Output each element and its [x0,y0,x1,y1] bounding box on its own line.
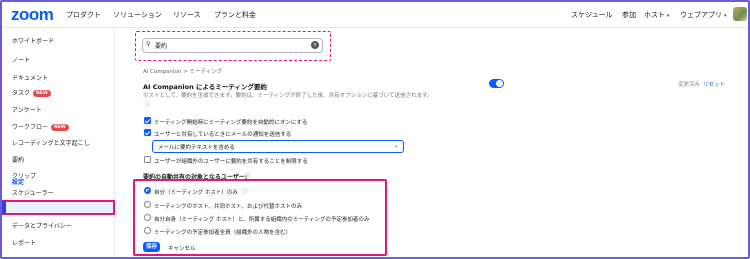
sidebar-item-settings[interactable]: 設定 [12,177,24,186]
sidebar: ホワイトボード ノート ドキュメント タスク NEW アンケート ワークフロー NE… [2,28,115,257]
nav-products[interactable]: プロダクト [66,10,101,20]
setting-description-text: ホストとして、要約を生成できます。要約は、ミーティングが終了した後、共有オプショ… [143,93,433,99]
share-option-radio-all[interactable] [144,227,151,234]
nav-host[interactable]: ホスト ▾ [644,10,670,20]
nav-host-label: ホスト [644,11,665,19]
sidebar-item-scheduler[interactable]: スケジューラー [12,188,54,197]
sidebar-item-whiteboard[interactable]: ホワイトボード [12,36,54,45]
share-option-radio-internal[interactable] [144,214,151,221]
share-option-radio-host-only[interactable] [144,187,151,194]
sidebar-active-highlight [2,200,115,215]
new-badge: NEW [33,90,51,97]
zoom-logo[interactable]: zoom [11,5,54,25]
chevron-down-icon: ▾ [724,13,727,19]
restrict-external-checkbox[interactable] [144,156,151,163]
nav-web-app-label: ウェブアプリ [680,11,722,19]
sidebar-item-reports[interactable]: レポート [12,238,36,247]
summary-toggle[interactable] [489,79,504,88]
chevron-down-icon: ⌄ [394,142,400,149]
sidebar-item-summaries[interactable]: 要約 [12,155,24,164]
email-notify-checkbox[interactable] [144,129,151,136]
share-option-label: 自分自身（ミーティング ホスト）と、所属する組織内のミーティングの予定参加者のみ [154,217,370,223]
new-badge: NEW [51,124,69,131]
reset-link[interactable]: リセット [703,80,725,88]
nav-schedule[interactable]: スケジュール [571,10,613,20]
save-button[interactable]: 保存 [143,242,160,252]
email-notify-label: ユーザーと共有しているときにメールの通知を送信する [154,132,292,138]
nav-resources[interactable]: リソース [173,10,201,20]
nav-web-app[interactable]: ウェブアプリ ▾ [680,10,727,20]
share-option-radio-hosts[interactable] [144,201,151,208]
nav-join[interactable]: 参加 [622,10,636,20]
cancel-button[interactable]: キャンセル [168,244,196,252]
search-input[interactable] [142,38,323,53]
sidebar-item-workflows[interactable]: ワークフロー NEW [12,122,69,131]
auto-start-label: ミーティング開始時にミーティング要約を自動的にオンにする [154,120,308,126]
info-icon[interactable]: ⓘ [145,102,150,108]
share-option-label: ミーティングの予定参加者全員（組織外の人物を含む） [154,230,292,236]
sidebar-item-recordings[interactable]: レコーディングと文字起こし [12,138,90,147]
share-option-label: ミーティングのホスト、共同ホスト、および代替ホストのみ [154,204,302,210]
sidebar-item-tasks[interactable]: タスク NEW [12,88,51,97]
top-navigation: zoom プロダクト ソリューション リソース プランと料金 スケジュール 参加… [2,2,748,28]
email-content-value: メールに要約テキストを含める [158,145,235,151]
changed-label: 変更済み [678,82,701,88]
chevron-down-icon: ▾ [667,13,670,19]
auto-start-checkbox[interactable] [144,117,151,124]
restrict-external-label: ユーザーが組織外のユーザーに要約を共有することを制限する [154,159,308,165]
info-icon[interactable]: ⓘ [242,187,248,196]
breadcrumb: AI Companion > ミーティング [143,69,223,75]
setting-description: ホストとして、要約を生成できます。要約は、ミーティングが終了した後、共有オプショ… [143,92,433,110]
sidebar-item-label: ワークフロー [12,124,49,131]
sidebar-item-surveys[interactable]: アンケート [12,105,42,114]
avatar[interactable] [733,7,747,21]
sidebar-item-docs[interactable]: ドキュメント [12,73,48,82]
share-option-label: 自分（ミーティング ホスト）のみ [154,190,238,196]
sidebar-item-data-privacy[interactable]: データとプライバシー [12,221,72,230]
nav-pricing[interactable]: プランと料金 [214,10,256,20]
setting-title: AI Companion によるミーティング要約 [143,83,267,91]
sidebar-item-notes[interactable]: ノート [12,55,30,64]
nav-solutions[interactable]: ソリューション [113,10,162,20]
clear-icon[interactable]: × [311,41,319,49]
sidebar-item-label: タスク [12,90,31,97]
search-icon: ⚲ [146,40,151,48]
